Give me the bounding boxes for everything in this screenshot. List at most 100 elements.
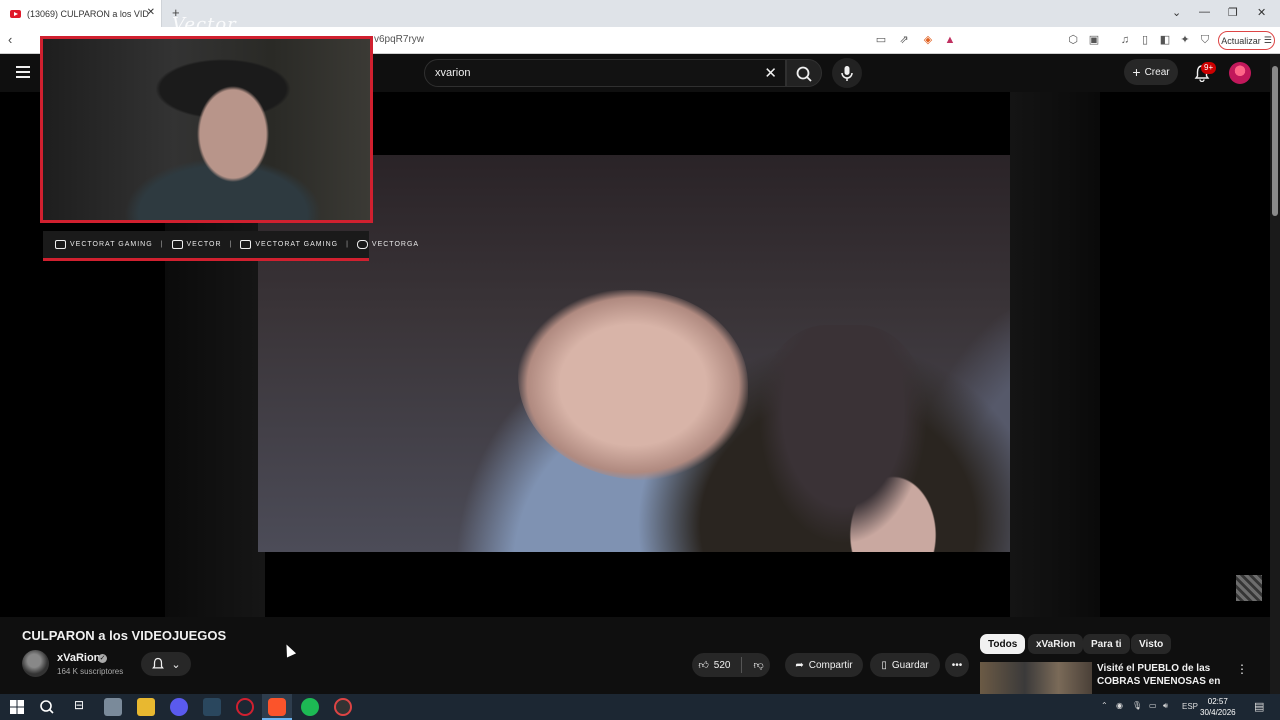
related-more-icon[interactable]: ⋮ (1236, 662, 1248, 676)
tray-mic-icon[interactable]: 🎙︎ (1132, 701, 1142, 710)
tab-search-icon[interactable]: ⌄ (1172, 6, 1181, 19)
close-window-button[interactable]: ✕ (1257, 6, 1266, 19)
chip-todos[interactable]: Todos (980, 634, 1026, 654)
clear-search-icon[interactable]: ✕ (764, 64, 777, 82)
verified-badge-icon: ✓ (98, 654, 107, 663)
brave-shield-icon[interactable]: ◈ (921, 33, 935, 47)
address-bar-url[interactable]: v6pqR7ryw (374, 34, 424, 45)
separator: | (346, 241, 349, 248)
search-input-value: xvarion (435, 67, 471, 79)
separator: | (229, 241, 233, 248)
sidebar-icon[interactable]: ▯ (1138, 33, 1152, 47)
like-count: 520 (713, 659, 731, 671)
social-youtube: VECTORAT GAMING (55, 240, 153, 249)
windows-taskbar: ⊟ (0, 694, 1280, 720)
app-generic-icon[interactable] (104, 698, 122, 716)
notifications-badge: 9+ (1201, 62, 1217, 74)
channel-avatar[interactable] (22, 650, 49, 677)
search-input[interactable]: xvarion ✕ (424, 59, 786, 87)
task-view-icon[interactable]: ⊟ (70, 698, 88, 716)
language-indicator[interactable]: ESP (1182, 702, 1198, 711)
subscriber-count: 164 K suscriptores (57, 667, 124, 676)
social-twitch-label: VECTOR (186, 241, 222, 248)
save-label: Guardar (891, 659, 929, 671)
clock-time: 02:57 (1207, 697, 1228, 706)
social-instagram-label: VECTORGA (371, 241, 420, 248)
volume-icon[interactable]: 🔊︎ (1163, 701, 1168, 711)
like-button[interactable]: 👍︎ 520 👎︎ (692, 653, 770, 677)
related-video-thumbnail[interactable] (980, 662, 1092, 694)
search-button[interactable] (786, 59, 822, 87)
create-button[interactable]: + Crear (1124, 59, 1178, 85)
chip-para-ti[interactable]: Para ti (1083, 634, 1130, 654)
voice-search-button[interactable] (832, 58, 862, 88)
webcam-overlay (40, 36, 373, 223)
close-tab-icon[interactable]: ✕ (147, 7, 155, 18)
microphone-icon (841, 66, 853, 81)
taskbar-search-icon[interactable] (38, 698, 56, 716)
channel-watermark-icon[interactable] (1236, 575, 1262, 601)
brave-rewards-icon[interactable]: ▲ (943, 33, 957, 47)
page-scrollbar[interactable] (1270, 54, 1280, 694)
cast-icon[interactable]: ▭ (874, 33, 888, 47)
discord-icon[interactable] (170, 698, 188, 716)
obs-icon[interactable] (334, 698, 352, 716)
account-avatar[interactable] (1229, 62, 1251, 84)
tray-app-icon[interactable]: ◉ (1116, 701, 1123, 710)
video-hand-shape (518, 290, 748, 480)
tray-expand-icon[interactable]: ⌃ (1101, 701, 1108, 710)
save-button[interactable]: ▯ Guardar (870, 653, 940, 677)
more-actions-button[interactable]: ••• (945, 653, 969, 677)
maximize-button[interactable]: ❐ (1228, 6, 1238, 19)
channel-name[interactable]: xVaRion (57, 652, 100, 664)
browser-tab-active[interactable]: (13069) CULPARON a los VIDEOJUEGOS ✕ (0, 0, 162, 27)
tab-title: (13069) CULPARON a los VIDEOJUEGOS (27, 8, 149, 19)
wallet-icon[interactable]: ▣ (1087, 33, 1101, 47)
extensions-icon[interactable]: ⬡ (1066, 33, 1080, 47)
bell-icon (152, 657, 165, 669)
back-arrow-icon[interactable]: ‹ (8, 32, 12, 47)
file-explorer-icon[interactable] (137, 698, 155, 716)
video-frame-right (1010, 92, 1100, 617)
update-button[interactable]: Actualizar ☰ (1218, 31, 1275, 50)
share-button[interactable]: ➦ Compartir (785, 653, 863, 677)
crypto-wallet-icon[interactable]: ◧ (1158, 33, 1172, 47)
streamer-watermark-logo: Vector (172, 14, 237, 35)
steam-icon[interactable] (203, 698, 221, 716)
video-title: CULPARON a los VIDEOJUEGOS (22, 628, 227, 643)
share-icon[interactable]: ⇗ (897, 33, 911, 47)
social-instagram: VECTORGA (356, 240, 420, 249)
menu-icon: ☰ (1263, 35, 1272, 45)
scrollbar-thumb[interactable] (1272, 66, 1278, 216)
music-icon[interactable]: ♫ (1118, 33, 1132, 47)
share-label: Compartir (808, 659, 853, 671)
minimize-button[interactable]: — (1199, 6, 1210, 18)
hamburger-menu-icon[interactable] (16, 66, 30, 78)
more-horizontal-icon: ••• (951, 659, 963, 671)
vpn-icon[interactable]: ⛉ (1198, 33, 1212, 47)
network-icon[interactable]: ▭ (1149, 701, 1157, 710)
spotify-icon[interactable] (301, 698, 319, 716)
search-icon (796, 66, 812, 82)
social-twitter: VECTORAT GAMING (240, 240, 338, 249)
separator: | (160, 241, 164, 248)
thumbs-down-icon[interactable]: 👎︎ (753, 659, 763, 671)
twitch-icon (171, 240, 183, 249)
brave-browser-icon (268, 698, 286, 716)
plus-icon: + (1132, 64, 1141, 80)
chip-visto[interactable]: Visto (1131, 634, 1172, 654)
social-youtube-label: VECTORAT GAMING (70, 241, 153, 248)
bookmark-icon: ▯ (881, 659, 887, 671)
subscription-notifications-button[interactable]: ⌄ (141, 652, 191, 676)
taskbar-active-app[interactable] (262, 694, 292, 720)
opera-gx-icon[interactable] (236, 698, 254, 716)
youtube-icon (55, 240, 66, 249)
social-links-bar: VECTORAT GAMING | VECTOR | VECTORAT GAMI… (43, 231, 418, 261)
leo-ai-icon[interactable]: ✦ (1178, 33, 1192, 47)
social-twitch: VECTOR (171, 240, 222, 249)
system-clock[interactable]: 02:57 30/4/2026 (1200, 696, 1236, 718)
windows-start-icon[interactable] (8, 698, 26, 716)
notification-center-icon[interactable]: ▤ (1254, 700, 1264, 713)
chip-xvarion[interactable]: xVaRion (1028, 634, 1084, 654)
share-arrow-icon: ➦ (795, 659, 804, 671)
